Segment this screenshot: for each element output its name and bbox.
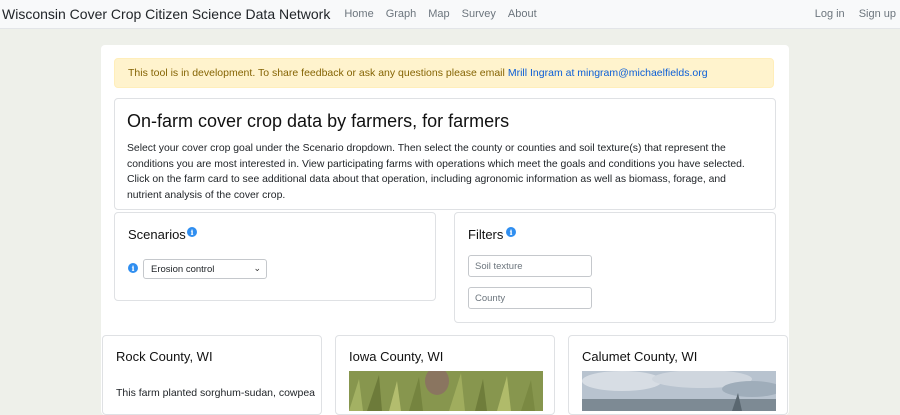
chevron-down-icon: ⌄ bbox=[253, 263, 261, 273]
nav-graph[interactable]: Graph bbox=[386, 8, 417, 20]
nav-map[interactable]: Map bbox=[428, 8, 449, 20]
filters-info-icon[interactable]: i bbox=[506, 227, 516, 237]
county-input[interactable] bbox=[468, 287, 592, 309]
intro-text: Select your cover crop goal under the Sc… bbox=[127, 143, 745, 201]
nav-survey[interactable]: Survey bbox=[462, 8, 496, 20]
filters-title: Filters bbox=[468, 227, 504, 242]
farm-card-rock[interactable]: Rock County, WI This farm planted sorghu… bbox=[102, 335, 322, 415]
scenario-select-info-icon[interactable]: i bbox=[128, 263, 138, 273]
scenario-select[interactable]: Erosion control ⌄ bbox=[143, 259, 267, 279]
page-title: On-farm cover crop data by farmers, for … bbox=[127, 111, 510, 131]
card-title: Iowa County, WI bbox=[349, 349, 444, 364]
brand-link[interactable]: Wisconsin Cover Crop Citizen Science Dat… bbox=[2, 6, 330, 22]
alert-text: This tool is in development. To share fe… bbox=[128, 67, 505, 79]
scenarios-info-icon[interactable]: i bbox=[187, 227, 197, 237]
nav-home[interactable]: Home bbox=[344, 8, 373, 20]
nav-auth: Log in Sign up bbox=[801, 8, 896, 20]
nav-about[interactable]: About bbox=[508, 8, 537, 20]
card-description: This farm planted sorghum-sudan, cowpea bbox=[116, 387, 316, 399]
scenarios-title: Scenarios bbox=[128, 227, 186, 242]
farm-photo bbox=[349, 371, 543, 411]
contact-email-link[interactable]: Mrill Ingram at mingram@michaelfields.or… bbox=[508, 67, 708, 79]
dev-alert: This tool is in development. To share fe… bbox=[114, 58, 774, 88]
signup-link[interactable]: Sign up bbox=[859, 8, 896, 20]
intro-card: On-farm cover crop data by farmers, for … bbox=[114, 98, 776, 210]
scenario-selected-value: Erosion control bbox=[151, 263, 215, 275]
farm-photo bbox=[582, 371, 776, 411]
scenarios-panel: Scenarios i i Erosion control ⌄ bbox=[114, 212, 436, 301]
login-link[interactable]: Log in bbox=[815, 8, 845, 20]
filters-panel: Filters i bbox=[454, 212, 776, 323]
card-title: Calumet County, WI bbox=[582, 349, 698, 364]
soil-texture-input[interactable] bbox=[468, 255, 592, 277]
card-title: Rock County, WI bbox=[116, 349, 213, 364]
navbar: Wisconsin Cover Crop Citizen Science Dat… bbox=[0, 0, 900, 29]
farm-card-iowa[interactable]: Iowa County, WI bbox=[335, 335, 555, 415]
farm-card-calumet[interactable]: Calumet County, WI bbox=[568, 335, 788, 415]
